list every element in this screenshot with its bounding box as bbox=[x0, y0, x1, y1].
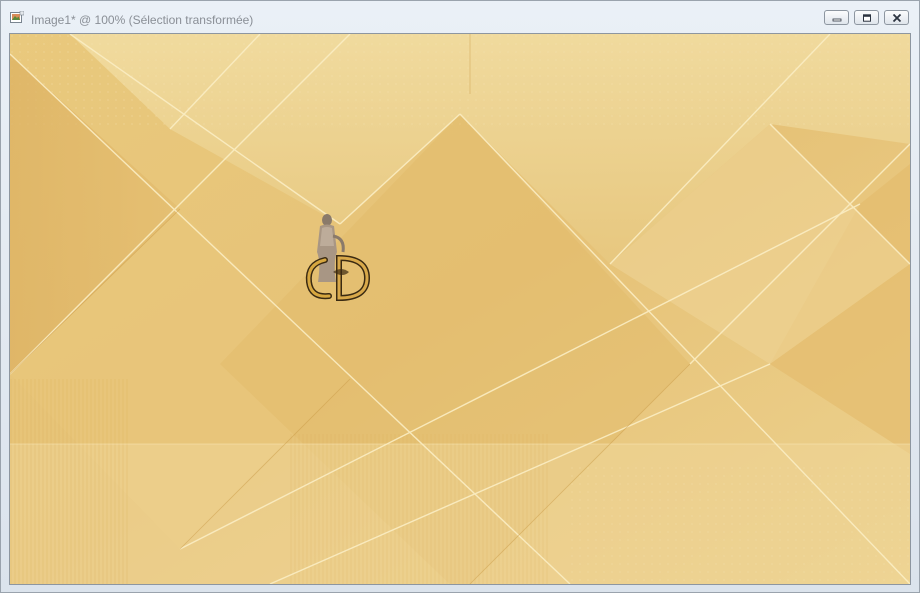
window-title: Image1* @ 100% (Sélection transformée) bbox=[31, 13, 254, 27]
image-window: Image1* @ 100% (Sélection transformée) bbox=[0, 0, 920, 593]
caption-buttons bbox=[824, 10, 909, 25]
minimize-button[interactable] bbox=[824, 10, 849, 25]
statue-monogram-logo[interactable] bbox=[303, 212, 371, 304]
close-button[interactable] bbox=[884, 10, 909, 25]
close-icon bbox=[892, 13, 901, 22]
image-document-icon[interactable] bbox=[10, 10, 25, 24]
image-canvas[interactable] bbox=[9, 33, 911, 585]
minimize-icon bbox=[832, 18, 841, 21]
restore-button[interactable] bbox=[854, 10, 879, 25]
golden-pattern-background bbox=[10, 34, 910, 584]
title-bar[interactable]: Image1* @ 100% (Sélection transformée) bbox=[1, 1, 919, 32]
restore-icon bbox=[862, 13, 871, 22]
